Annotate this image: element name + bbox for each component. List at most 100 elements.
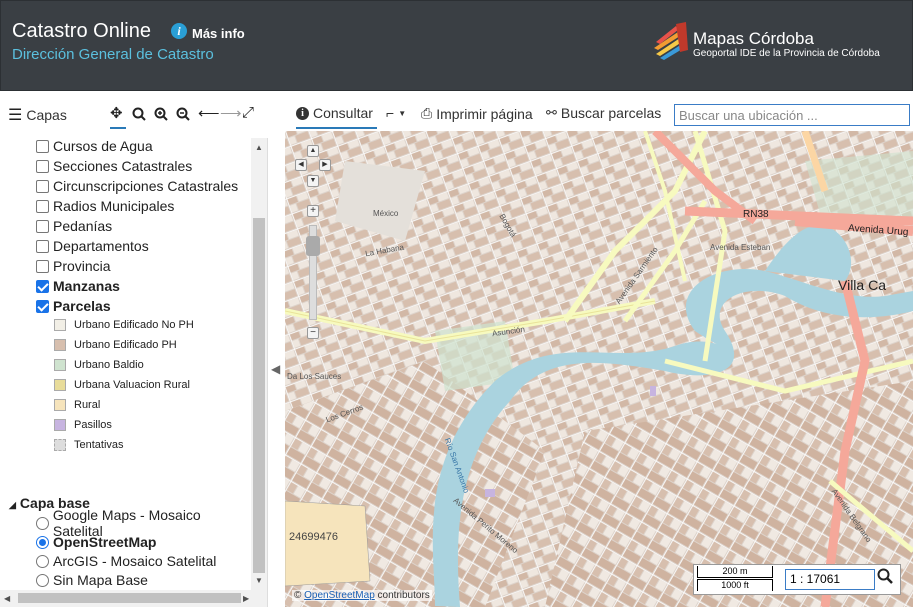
legend-label: Urbana Valuacion Rural [74,379,190,391]
scroll-up-icon[interactable]: ▲ [255,143,263,152]
map-label-mexico: México [373,209,399,218]
app-subtitle: Dirección General de Catastro [12,46,214,63]
attribution-suffix: contributors [377,590,430,601]
location-search-input[interactable] [674,104,910,126]
base-option-osm[interactable]: OpenStreetMap [36,532,156,552]
hamburger-icon: ☰ [8,107,23,124]
layer-item[interactable]: Departamentos [36,236,149,256]
full-extent-icon[interactable]: ⤢ [242,104,254,121]
caret-down-icon: ▼ [398,108,407,118]
base-option[interactable]: Sin Mapa Base [36,570,148,590]
layer-checkbox[interactable] [36,219,49,233]
layer-checkbox[interactable] [36,159,49,173]
zoom-out-button[interactable]: − [307,327,319,339]
buscar-parcelas-button[interactable]: ⚯ Buscar parcelas [546,105,661,121]
consultar-button[interactable]: i Consultar [296,105,373,121]
measure-dropdown[interactable]: ⌐ ▼ [386,105,406,121]
layer-item-parcelas[interactable]: Parcelas [36,296,111,316]
back-arrow-icon[interactable]: ⟵ [198,104,220,122]
layers-label: Capas [26,107,67,123]
binoculars-icon: ⚯ [546,105,557,120]
layer-label: Pedanías [53,218,113,234]
layer-checkbox[interactable] [36,199,49,213]
base-option-label: Sin Mapa Base [53,572,148,588]
legend-item: Pasillos [54,416,112,434]
forward-arrow-icon[interactable]: ⟶ [220,104,242,122]
zoom-in-button[interactable]: + [307,205,319,217]
zoom-in-icon[interactable] [154,107,168,121]
layer-checkbox[interactable] [36,139,49,153]
layer-label: Departamentos [53,238,149,254]
layer-item[interactable]: Radios Municipales [36,196,174,216]
map-attribution: © OpenStreetMap contributors [292,590,432,601]
layer-label: Provincia [53,258,111,274]
zoom-box-icon[interactable] [132,107,146,121]
active-tool-indicator [110,127,126,129]
legend-swatch [54,419,66,431]
scale-search-icon[interactable] [877,568,893,584]
layer-label: Cursos de Agua [53,138,153,154]
base-radio[interactable] [36,516,49,530]
scale-bar-metric: 200 m [697,566,773,578]
legend-item: Urbano Edificado PH [54,336,177,354]
collapse-panel-icon[interactable]: ◀ [271,362,280,376]
legend-label: Urbano Baldio [74,359,144,371]
mas-info-link[interactable]: Más info [192,26,245,41]
layer-checkbox[interactable] [36,299,49,313]
layer-item[interactable]: Pedanías [36,216,112,236]
map-label-villa-ca: Villa Ca [838,277,886,293]
print-label: Imprimir página [436,105,533,122]
legend-swatch [54,359,66,371]
pan-up-button[interactable]: ▲ [307,145,319,157]
layer-checkbox[interactable] [36,279,49,293]
pan-down-button[interactable]: ▼ [307,175,319,187]
attribution-prefix: © [294,590,302,601]
zoom-slider-handle[interactable] [306,236,320,256]
legend-swatch [54,399,66,411]
base-radio[interactable] [36,535,49,549]
layer-checkbox[interactable] [36,239,49,253]
scroll-down-icon[interactable]: ▼ [255,576,263,585]
info-icon[interactable]: i [171,23,187,39]
map-view[interactable]: RN38 Avenida Urug Villa Ca Asunción Da L… [285,131,913,607]
map-label-rn38: RN38 [743,209,769,220]
legend-item: Urbana Valuacion Rural [54,376,190,394]
app-title: Catastro Online [12,20,151,42]
layer-item[interactable]: Circunscripciones Catastrales [36,176,238,196]
legend-item: Rural [54,396,100,414]
pan-icon[interactable]: ✥ [110,104,123,122]
pan-left-button[interactable]: ◀ [295,159,307,171]
brand-tagline: Geoportal IDE de la Provincia de Córdoba [693,48,880,59]
zoom-out-icon[interactable] [176,107,190,121]
base-option[interactable]: Google Maps - Mosaico Satelital [36,507,252,539]
base-option[interactable]: ArcGIS - Mosaico Satelital [36,551,216,571]
layers-toggle-button[interactable]: ☰ Capas [8,105,67,125]
buscar-parcelas-label: Buscar parcelas [560,105,662,121]
scroll-left-icon[interactable]: ◀ [4,594,10,603]
print-button[interactable]: ⎙ Imprimir página [421,105,533,122]
scroll-right-icon[interactable]: ▶ [243,594,249,603]
layer-item[interactable]: Secciones Catastrales [36,156,192,176]
osm-link[interactable]: OpenStreetMap [304,590,375,601]
legend-item: Urbano Edificado No PH [54,316,194,334]
consultar-active-indicator [296,127,377,129]
layer-checkbox[interactable] [36,259,49,273]
layer-item[interactable]: Cursos de Agua [36,138,153,156]
layers-panel: Cursos de Agua Secciones Catastrales Cir… [0,138,267,607]
layer-item[interactable]: Provincia [36,256,111,276]
base-radio[interactable] [36,573,49,587]
triangle-down-icon: ◢ [9,500,16,510]
vertical-scroll-thumb[interactable] [253,218,265,573]
map-label-av-esteban: Avenida Esteban [710,243,771,252]
scale-input[interactable]: 1 : 17061 [785,569,875,590]
layer-label: Manzanas [53,278,120,294]
consultar-label: Consultar [313,105,373,121]
horizontal-scroll-thumb[interactable] [18,593,241,603]
layer-label: Radios Municipales [53,198,175,214]
base-radio[interactable] [36,554,49,568]
layer-checkbox[interactable] [36,179,49,193]
pan-right-button[interactable]: ▶ [319,159,331,171]
ruler-icon: ⌐ [386,105,395,121]
layer-item-manzanas[interactable]: Manzanas [36,276,120,296]
parcel-number-label: 24699476 [289,531,338,543]
